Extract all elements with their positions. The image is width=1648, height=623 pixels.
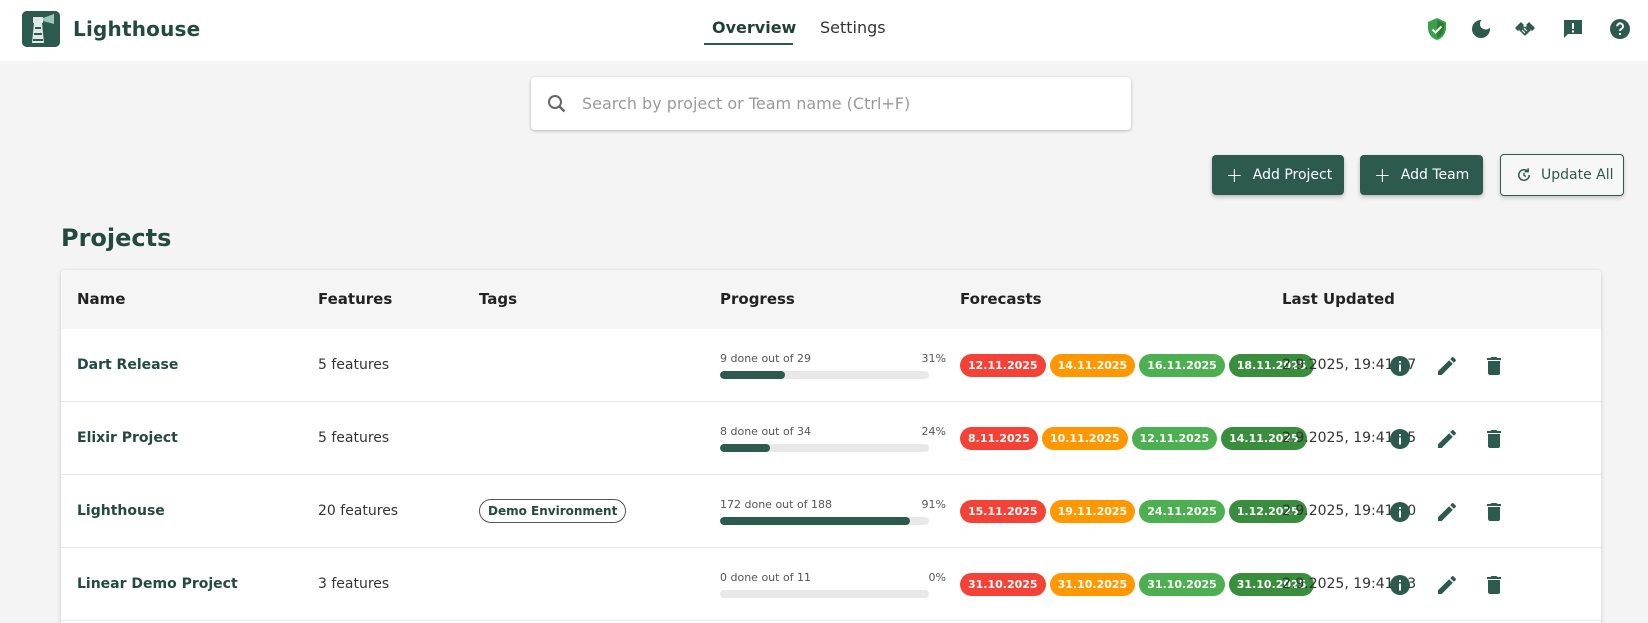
search-box: [531, 77, 1131, 130]
info-icon[interactable]: [1388, 573, 1412, 597]
forecast-chip[interactable]: 14.11.2025: [1049, 354, 1136, 377]
dark-mode-icon[interactable]: [1469, 17, 1493, 41]
forecast-chip[interactable]: 16.11.2025: [1139, 354, 1225, 377]
features-count: 3 features: [318, 576, 390, 592]
update-all-button[interactable]: Update All: [1500, 154, 1624, 196]
features-count: 5 features: [318, 357, 390, 373]
tab-overview[interactable]: Overview: [712, 18, 796, 37]
update-all-label: Update All: [1541, 167, 1614, 183]
edit-icon[interactable]: [1435, 500, 1459, 524]
refresh-icon: [1518, 168, 1530, 181]
forecast-chips: 8.11.2025 10.11.2025 12.11.2025 14.11.2025: [960, 427, 1307, 450]
column-header-name[interactable]: Name: [77, 290, 125, 308]
progress-text: 0 done out of 11: [720, 571, 812, 584]
forecast-chip[interactable]: 15.11.2025: [960, 500, 1046, 523]
table-row: Lighthouse 20 features Demo Environment 172…: [61, 475, 1601, 548]
column-header-tags[interactable]: Tags: [479, 290, 517, 308]
forecast-chip[interactable]: 31.10.2025: [1049, 573, 1136, 596]
features-count: 20 features: [318, 503, 399, 519]
column-header-features[interactable]: Features: [318, 290, 392, 308]
progress-bar: [720, 444, 929, 452]
progress-bar: [720, 590, 929, 598]
table-header: Name Features Tags Progress Forecasts La…: [61, 270, 1601, 329]
help-icon[interactable]: [1608, 17, 1632, 41]
delete-icon[interactable]: [1482, 500, 1506, 524]
add-team-label: Add Team: [1400, 167, 1470, 183]
delete-icon[interactable]: [1482, 427, 1506, 451]
progress-text: 8 done out of 34: [720, 425, 812, 438]
edit-icon[interactable]: [1435, 354, 1459, 378]
plus-icon: +: [1374, 163, 1391, 187]
progress-bar-fill: [720, 517, 911, 525]
table-row: Elixir Project 5 features 8 done out of 34…: [61, 402, 1601, 475]
table-row: Linear Demo Project 3 features 0 done out …: [61, 548, 1601, 621]
shield-check-icon[interactable]: [1425, 17, 1449, 41]
forecast-chip[interactable]: 19.11.2025: [1049, 500, 1136, 523]
tag-chip[interactable]: Demo Environment: [479, 499, 627, 523]
forecast-chip[interactable]: 10.11.2025: [1041, 427, 1128, 450]
edit-icon[interactable]: [1435, 573, 1459, 597]
active-tab-indicator: [704, 43, 793, 45]
lighthouse-logo-icon[interactable]: [22, 11, 60, 47]
progress-bar-fill: [720, 444, 771, 452]
progress-bar-fill: [720, 371, 785, 379]
app-header: Lighthouse Overview Settings: [0, 0, 1648, 61]
progress-text: 172 done out of 188: [720, 498, 833, 511]
info-icon[interactable]: [1388, 500, 1412, 524]
search-icon: [548, 95, 566, 113]
forecast-chip[interactable]: 31.10.2025: [960, 573, 1046, 596]
forecast-chip[interactable]: 12.11.2025: [960, 354, 1046, 377]
brand-name[interactable]: Lighthouse: [73, 17, 200, 41]
features-count: 5 features: [318, 430, 390, 446]
progress-bar: [720, 517, 929, 525]
forecast-chip[interactable]: 8.11.2025: [960, 427, 1038, 450]
forecast-chips: 15.11.2025 19.11.2025 24.11.2025 1.12.2025: [960, 500, 1307, 523]
forecast-chip[interactable]: 24.11.2025: [1139, 500, 1225, 523]
forecast-chip[interactable]: 12.11.2025: [1131, 427, 1218, 450]
plus-icon: +: [1226, 163, 1243, 187]
add-project-button[interactable]: + Add Project: [1212, 155, 1344, 195]
progress-percent: 31%: [921, 352, 946, 365]
project-name-link[interactable]: Elixir Project: [77, 430, 178, 446]
edit-icon[interactable]: [1435, 427, 1459, 451]
search-input[interactable]: [582, 87, 1112, 119]
feedback-icon[interactable]: [1561, 17, 1585, 41]
forecast-chips: 12.11.2025 14.11.2025 16.11.2025 18.11.2025: [960, 354, 1315, 377]
table-row: Dart Release 5 features 9 done out of 29 31…: [61, 329, 1601, 402]
forecast-chips: 31.10.2025 31.10.2025 31.10.2025 31.10.2025: [960, 573, 1315, 596]
projects-heading: Projects: [61, 224, 172, 252]
add-project-label: Add Project: [1252, 167, 1333, 183]
progress-percent: 24%: [921, 425, 946, 438]
info-icon[interactable]: [1388, 354, 1412, 378]
column-header-last-updated[interactable]: Last Updated: [1282, 290, 1395, 308]
forecast-chip[interactable]: 31.10.2025: [1139, 573, 1225, 596]
progress-percent: 0%: [928, 571, 946, 584]
delete-icon[interactable]: [1482, 354, 1506, 378]
progress-bar: [720, 371, 929, 379]
progress-percent: 91%: [921, 498, 946, 511]
delete-icon[interactable]: [1482, 573, 1506, 597]
column-header-progress[interactable]: Progress: [720, 290, 795, 308]
progress-text: 9 done out of 29: [720, 352, 812, 365]
handshake-icon[interactable]: [1513, 17, 1537, 41]
projects-table: Name Features Tags Progress Forecasts La…: [61, 270, 1601, 623]
info-icon[interactable]: [1388, 427, 1412, 451]
column-header-forecasts[interactable]: Forecasts: [960, 290, 1042, 308]
tab-settings[interactable]: Settings: [820, 18, 886, 37]
add-team-button[interactable]: + Add Team: [1360, 155, 1483, 195]
project-name-link[interactable]: Lighthouse: [77, 503, 165, 519]
project-name-link[interactable]: Linear Demo Project: [77, 576, 238, 592]
project-name-link[interactable]: Dart Release: [77, 357, 178, 373]
